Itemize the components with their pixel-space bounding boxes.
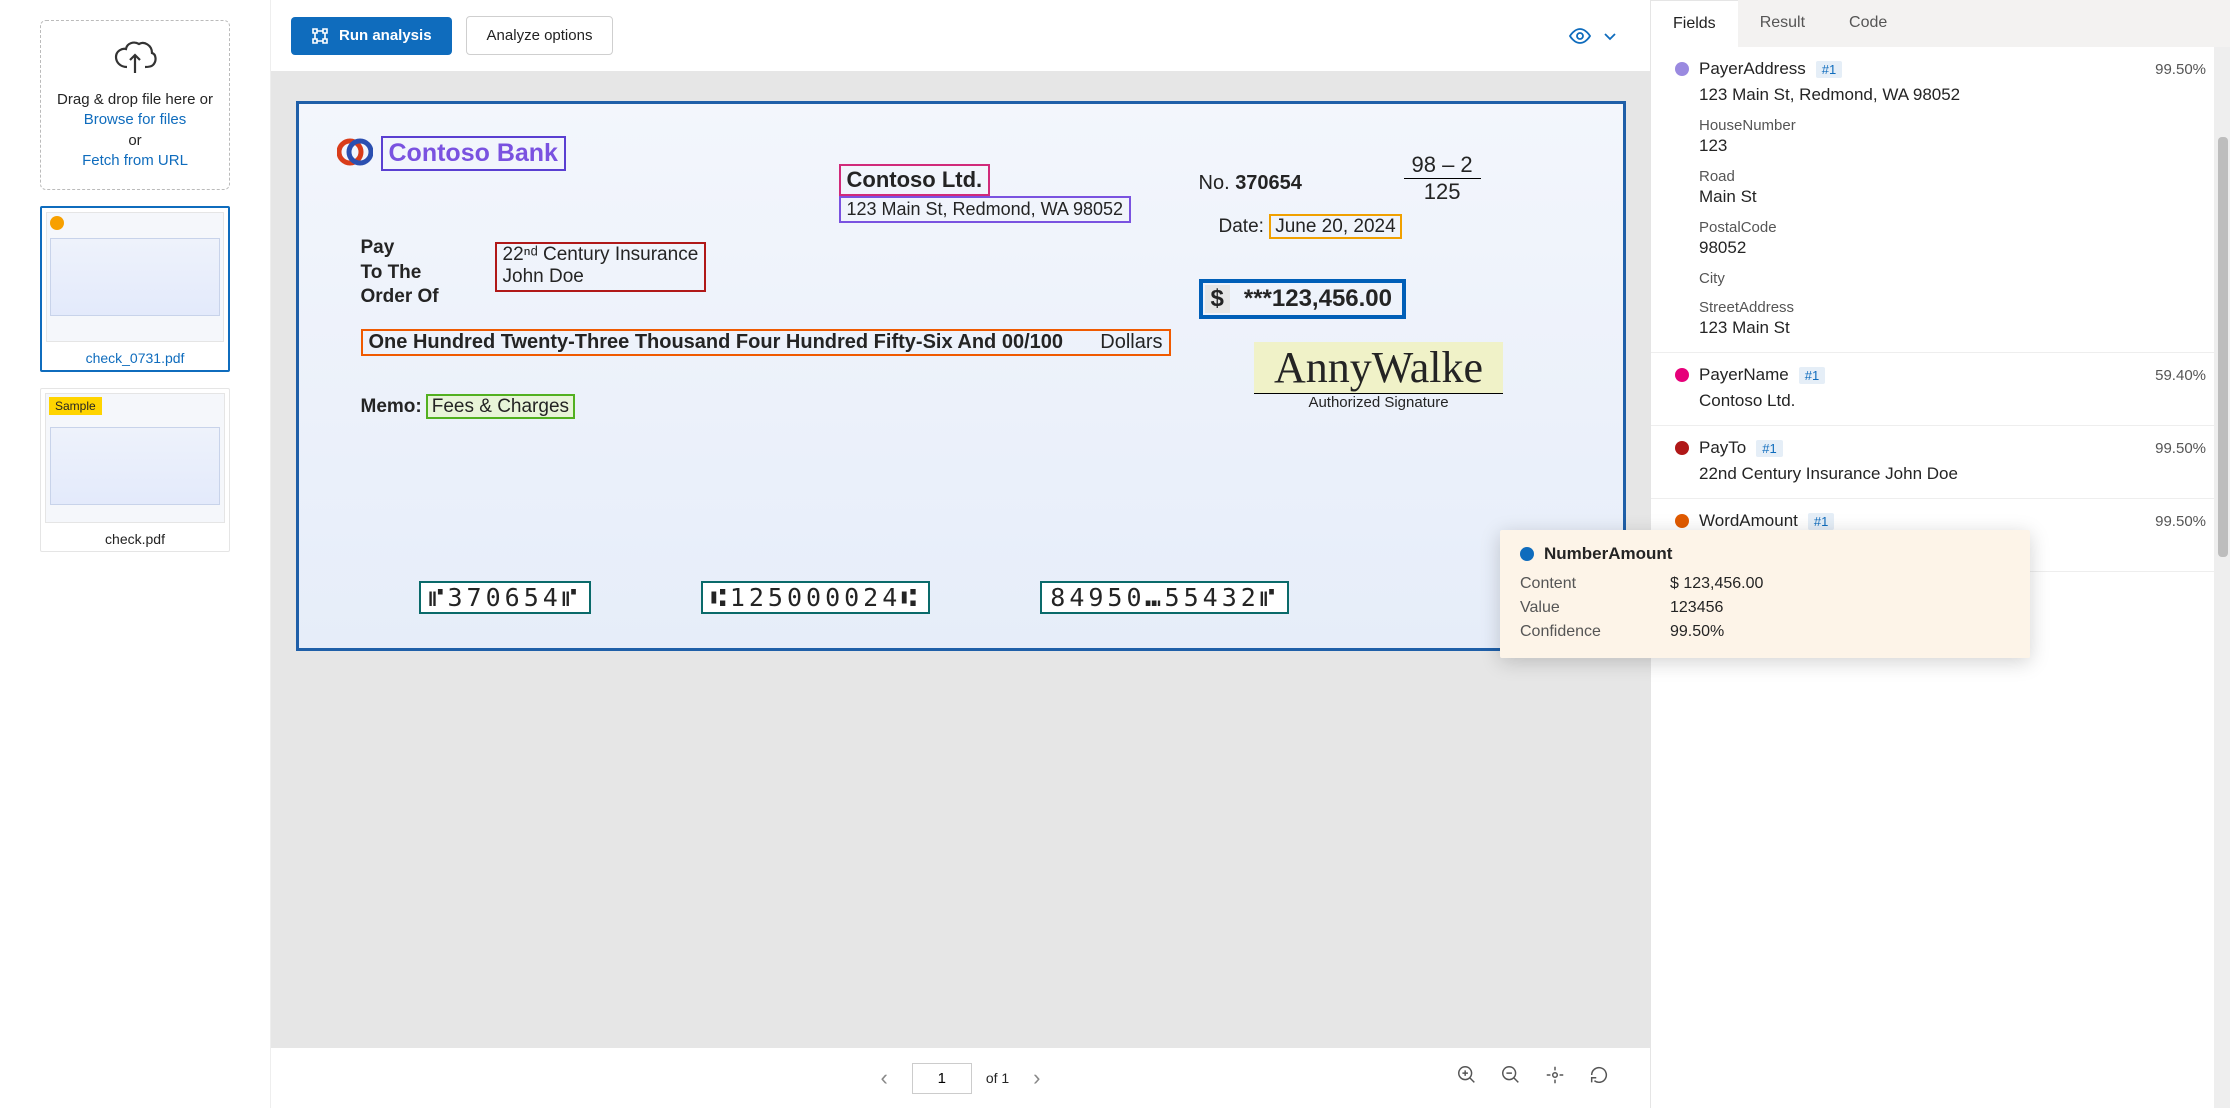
scrollbar[interactable] <box>2214 47 2230 1108</box>
tooltip-row: Content$ 123,456.00 <box>1520 572 2010 596</box>
field-item[interactable]: PayerName #1 59.40% Contoso Ltd. <box>1651 353 2230 426</box>
field-color-dot <box>1675 368 1689 382</box>
zoom-in-icon[interactable] <box>1456 1064 1478 1092</box>
field-color-dot <box>1675 514 1689 528</box>
signature: AnnyWalkeAuthorized Signature <box>1179 342 1579 411</box>
page-input[interactable] <box>912 1063 972 1094</box>
tooltip-title: NumberAmount <box>1544 544 1672 564</box>
fetch-link[interactable]: Fetch from URL <box>82 152 188 169</box>
pager-bar: ‹ of 1 › <box>271 1048 1650 1108</box>
tab-fields[interactable]: Fields <box>1651 0 1738 47</box>
field-name: WordAmount <box>1699 511 1798 531</box>
field-subfield: City <box>1699 270 2206 287</box>
analysis-icon <box>311 27 329 45</box>
field-confidence: 59.40% <box>2155 367 2206 384</box>
drop-zone[interactable]: Drag & drop file here or Browse for file… <box>40 20 230 190</box>
thumbnail-sample[interactable]: Sample check.pdf <box>40 388 230 552</box>
check-number: No. 370654 <box>1199 172 1302 195</box>
micr-line: ⑈370654⑈⑆125000024⑆84950⑉55432⑈ <box>419 581 1289 614</box>
bank-name: Contoso Bank <box>381 136 566 171</box>
field-subfield: StreetAddress123 Main St <box>1699 299 2206 338</box>
drop-or: or <box>128 132 141 149</box>
field-tooltip: NumberAmount Content$ 123,456.00Value123… <box>1500 530 2030 658</box>
eye-icon <box>1568 24 1592 48</box>
sample-tag: Sample <box>49 397 102 415</box>
field-confidence: 99.50% <box>2155 513 2206 530</box>
thumbnail-active[interactable]: check_0731.pdf <box>40 206 230 372</box>
tooltip-row: Value123456 <box>1520 596 2010 620</box>
payto-label: PayTo TheOrder Of <box>361 236 439 310</box>
field-tag: #1 <box>1756 440 1782 457</box>
payer-name-box: Contoso Ltd. <box>839 164 991 196</box>
analyze-options-button[interactable]: Analyze options <box>466 16 614 55</box>
thumb-caption: check_0731.pdf <box>46 342 224 366</box>
toolbar: Run analysis Analyze options <box>271 0 1650 71</box>
thumb-caption: check.pdf <box>45 523 225 547</box>
chevron-down-icon <box>1602 28 1618 44</box>
file-panel: Drag & drop file here or Browse for file… <box>0 0 270 1108</box>
tooltip-row: Confidence99.50% <box>1520 620 2010 644</box>
payto-box: 22ⁿᵈ Century InsuranceJohn Doe <box>495 242 707 292</box>
document-canvas[interactable]: Contoso Bank Contoso Ltd. 123 Main St, R… <box>271 71 1650 1048</box>
tab-code[interactable]: Code <box>1827 0 1909 47</box>
number-amount-box[interactable]: $***123,456.00 <box>1199 279 1407 319</box>
field-tag: #1 <box>1816 61 1842 78</box>
visibility-toggle[interactable] <box>1568 24 1630 48</box>
field-name: PayTo <box>1699 438 1746 458</box>
page-next[interactable]: › <box>1023 1065 1050 1091</box>
rotate-icon[interactable] <box>1588 1064 1610 1092</box>
field-item[interactable]: PayerAddress #1 99.50% 123 Main St, Redmond… <box>1651 47 2230 353</box>
field-confidence: 99.50% <box>2155 61 2206 78</box>
field-color-dot <box>1675 441 1689 455</box>
tab-result[interactable]: Result <box>1738 0 1827 47</box>
cloud-upload-icon <box>111 39 159 79</box>
page-total: of 1 <box>986 1070 1009 1086</box>
tooltip-dot-icon <box>1520 547 1534 561</box>
page-prev[interactable]: ‹ <box>870 1065 897 1091</box>
browse-link[interactable]: Browse for files <box>84 111 187 128</box>
payer-address-box: 123 Main St, Redmond, WA 98052 <box>839 196 1132 223</box>
drop-text: Drag & drop file here or <box>57 91 213 108</box>
field-item[interactable]: PayTo #1 99.50% 22nd Century Insurance John… <box>1651 426 2230 499</box>
field-subfield: PostalCode98052 <box>1699 219 2206 258</box>
field-name: PayerAddress <box>1699 59 1806 79</box>
routing-fraction: 98 – 2125 <box>1404 152 1481 205</box>
fit-icon[interactable] <box>1544 1064 1566 1092</box>
field-subfield: HouseNumber123 <box>1699 117 2206 156</box>
check-document: Contoso Bank Contoso Ltd. 123 Main St, R… <box>296 101 1626 651</box>
field-subfield: RoadMain St <box>1699 168 2206 207</box>
word-amount-box: One Hundred Twenty-Three Thousand Four H… <box>361 329 1171 356</box>
zoom-out-icon[interactable] <box>1500 1064 1522 1092</box>
status-dot <box>50 216 64 230</box>
field-value: 123 Main St, Redmond, WA 98052 <box>1699 85 2206 105</box>
field-value: 22nd Century Insurance John Doe <box>1699 464 2206 484</box>
bank-logo-icon <box>337 134 373 170</box>
date: Date: June 20, 2024 <box>1219 216 1402 238</box>
field-confidence: 99.50% <box>2155 440 2206 457</box>
field-tag: #1 <box>1799 367 1825 384</box>
field-color-dot <box>1675 62 1689 76</box>
field-tag: #1 <box>1808 513 1834 530</box>
field-name: PayerName <box>1699 365 1789 385</box>
run-analysis-button[interactable]: Run analysis <box>291 17 452 55</box>
tabs: Fields Result Code <box>1651 0 2230 47</box>
field-value: Contoso Ltd. <box>1699 391 2206 411</box>
memo: Memo:Fees & Charges <box>361 396 576 418</box>
